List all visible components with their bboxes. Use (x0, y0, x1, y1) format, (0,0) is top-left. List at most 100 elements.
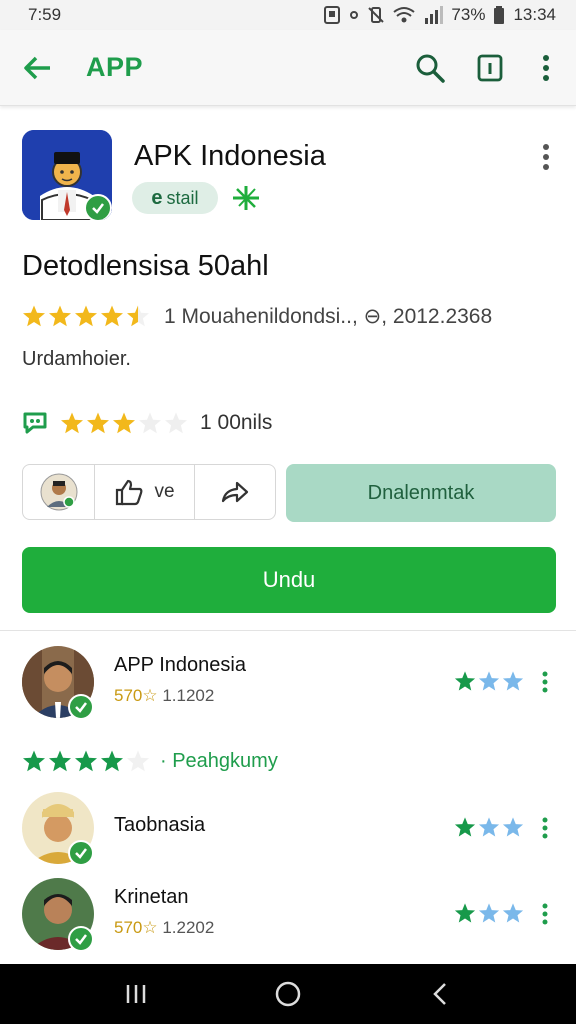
home-circle-icon (275, 981, 301, 1007)
section-divider (0, 630, 576, 631)
star-icon (113, 412, 135, 434)
thumbs-up-icon (116, 479, 143, 506)
star-icon (101, 305, 123, 327)
share-button[interactable] (195, 465, 275, 519)
star-icon (49, 750, 71, 772)
dot-notification-icon (350, 11, 359, 19)
app-bar-title: APP (86, 52, 144, 82)
signal-icon (425, 6, 444, 24)
list-item[interactable]: APP Indonesia 570☆ 1.1202 (22, 646, 556, 722)
star-icon (23, 750, 45, 772)
review-count: 1 00nils (200, 411, 273, 434)
back-chevron-icon (433, 983, 446, 1005)
more-vert-icon[interactable] (538, 670, 552, 694)
actions-row: ve Dnalenmtak (22, 464, 556, 522)
list-item[interactable]: Krinetan 570☆ 1.2202 (22, 878, 556, 954)
search-button[interactable] (414, 52, 446, 84)
wifi-icon (393, 7, 416, 23)
review-row: 1 00nils (22, 406, 272, 440)
info-icon (477, 54, 503, 82)
list-item-count: 1.2202 (162, 918, 215, 937)
app-subtitle: Detodlensisa 50ahl (22, 250, 269, 282)
recents-button[interactable] (106, 974, 166, 1014)
status-icons: 73% 13:34 (323, 5, 556, 25)
star-icon (49, 305, 71, 327)
download-button[interactable]: Undu (22, 547, 556, 613)
star-icon (502, 903, 524, 923)
install-chip-letter: e (151, 186, 163, 209)
sparkle-icon[interactable] (230, 184, 262, 212)
star-icon (165, 412, 187, 434)
like-button[interactable]: ve (95, 465, 195, 519)
app-icon[interactable] (22, 130, 112, 220)
star-icon (87, 412, 109, 434)
star-icon (478, 671, 500, 691)
rating-filter-label: · Peahgkumy (160, 749, 278, 772)
photo-notification-icon (324, 6, 341, 24)
star-icon (454, 817, 476, 837)
star-icon (101, 750, 123, 772)
home-button[interactable] (258, 974, 318, 1014)
action-group: ve (22, 464, 276, 520)
list-item-stars (454, 902, 524, 924)
install-chip-label: stail (166, 187, 199, 208)
star-icon (127, 750, 149, 772)
list-item-stars (454, 816, 524, 838)
list-item-name: Krinetan (114, 886, 189, 908)
more-vert-icon[interactable] (538, 902, 552, 926)
info-button[interactable] (474, 52, 506, 84)
check-icon (75, 934, 87, 945)
recents-icon (126, 985, 146, 1003)
more-vert-icon (543, 55, 549, 81)
chat-review-icon (23, 412, 47, 434)
verified-badge (68, 840, 94, 866)
share-arrow-icon (221, 481, 249, 503)
list-item-rating: 570☆ (114, 918, 158, 937)
star-icon (61, 412, 83, 434)
battery-percent: 73% (451, 5, 486, 24)
review-stars (60, 411, 188, 435)
list-item-meta: 570☆ 1.2202 (114, 918, 214, 938)
user-avatar-button[interactable] (23, 465, 95, 519)
app-bar: APP (0, 30, 576, 106)
more-vert-icon[interactable] (534, 142, 558, 172)
star-icon (478, 817, 500, 837)
app-name: APK Indonesia (134, 140, 326, 172)
avatar (40, 473, 77, 511)
more-vert-icon[interactable] (538, 816, 552, 840)
system-nav-bar (0, 964, 576, 1024)
more-options-button[interactable] (530, 52, 562, 84)
star-icon (75, 305, 97, 327)
list-item-meta: 570☆ 1.1202 (114, 686, 214, 706)
star-icon (75, 750, 97, 772)
verified-badge (68, 694, 94, 720)
check-icon (75, 702, 87, 713)
secondary-action-button[interactable]: Dnalenmtak (286, 464, 556, 522)
like-label: ve (154, 481, 175, 502)
list-item-count: 1.1202 (162, 686, 215, 705)
back-button[interactable] (22, 52, 54, 84)
install-chip[interactable]: e stail (132, 182, 218, 214)
star-icon (454, 671, 476, 691)
verified-badge (84, 194, 112, 220)
status-bar: 7:59 73% 13:34 (0, 0, 576, 30)
back-arrow-icon (24, 56, 50, 80)
search-icon (416, 54, 445, 83)
star-icon (502, 817, 524, 837)
star-icon (139, 412, 161, 434)
status-clock: 13:34 (513, 5, 556, 24)
rating-stars (22, 304, 150, 328)
app-header: APK Indonesia e stail (22, 130, 556, 226)
list-item-name: APP Indonesia (114, 654, 246, 676)
vibrate-icon (368, 7, 385, 23)
star-icon (478, 903, 500, 923)
list-item[interactable]: Taobnasia (22, 792, 556, 868)
list-item-name: Taobnasia (114, 814, 206, 836)
rating-filter-stars (22, 749, 150, 773)
star-icon (454, 903, 476, 923)
star-icon (502, 671, 524, 691)
rating-filter-row[interactable]: · Peahgkumy (22, 746, 278, 776)
verified-badge (68, 926, 94, 952)
rating-meta: 1 Mouahenildondsi.., ⊖, 2012.2368 (164, 304, 493, 328)
back-nav-button[interactable] (410, 974, 470, 1014)
